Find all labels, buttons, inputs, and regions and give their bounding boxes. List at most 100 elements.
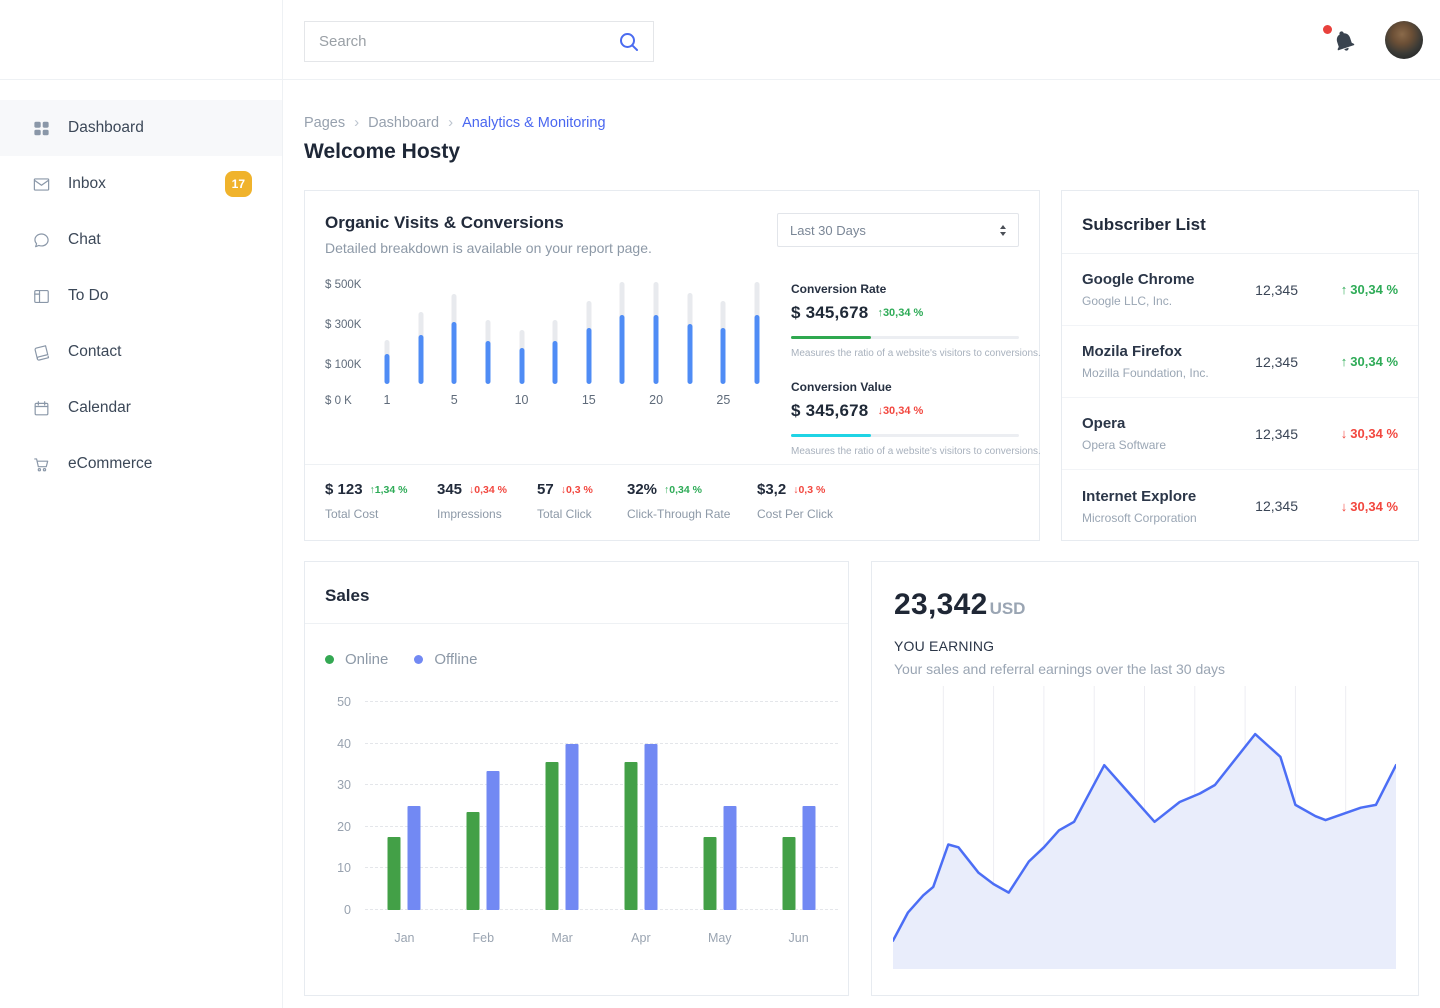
search-icon[interactable] [617,30,641,54]
envelope-icon [32,175,51,194]
trend-arrow-icon: ↑ [1341,282,1348,297]
user-avatar[interactable] [1385,21,1423,59]
subscriber-count: 12,345 [1255,498,1298,514]
address-book-icon [32,343,51,362]
subscriber-count: 12,345 [1255,354,1298,370]
legend-dot-online [325,655,334,664]
sidebar-item-inbox[interactable]: Inbox 17 [0,156,282,212]
sales-card: Sales Online Offline 01020304050 JanFebM… [304,561,849,996]
organic-chart: 1510152025 [375,280,775,457]
breadcrumb: Pages › Dashboard › Analytics & Monitori… [304,114,1419,131]
earnings-amount: 23,342 [894,588,988,622]
layout-icon [32,287,51,306]
subscriber-list-card: Subscriber List Google Chrome Google LLC… [1061,190,1419,541]
subscriber-count: 12,345 [1255,282,1298,298]
legend-label: Offline [434,651,477,668]
organic-plot [387,280,757,384]
subscriber-row-firefox[interactable]: Mozila Firefox Mozilla Foundation, Inc. … [1062,326,1418,398]
period-select[interactable]: Last 30 Days [777,213,1019,247]
sidebar-item-chat[interactable]: Chat [0,212,282,268]
conversion-rate-block: Conversion Rate $ 345,678 ↑30,34 % Measu… [791,282,1019,359]
metric-progress-track [791,434,1019,437]
sidebar-item-contact[interactable]: Contact [0,324,282,380]
sidebar-item-label: To Do [68,287,109,305]
organic-xlabels: 1510152025 [387,384,757,412]
metric-value: $ 345,678 [791,401,868,421]
kpi-impressions: 345↓0,34 % Impressions [437,481,537,540]
organic-visits-card: Organic Visits & Conversions Detailed br… [304,190,1040,541]
conversion-value-block: Conversion Value $ 345,678 ↓30,34 % Meas… [791,380,1019,457]
sidebar-item-label: Chat [68,231,101,249]
metric-progress-fill [791,434,871,437]
breadcrumb-dashboard[interactable]: Dashboard [368,115,439,131]
breadcrumb-current[interactable]: Analytics & Monitoring [462,115,605,131]
subscriber-trend: ↑30,34 % [1318,282,1398,297]
metric-caption: Measures the ratio of a website's visito… [791,348,1019,359]
subscriber-row-opera[interactable]: Opera Opera Software 12,345 ↓30,34 % [1062,398,1418,470]
search-box [304,21,654,62]
calendar-icon [32,399,51,418]
notification-dot [1323,25,1332,34]
sidebar-item-dashboard[interactable]: Dashboard [0,100,282,156]
earnings-chart-svg [893,686,1396,969]
earnings-currency: USD [990,599,1026,619]
period-select-value: Last 30 Days [790,223,866,238]
legend-dot-offline [414,655,423,664]
sidebar-item-ecommerce[interactable]: eCommerce [0,436,282,492]
dashboard-grid-icon [32,119,51,138]
metric-caption: Measures the ratio of a website's visito… [791,446,1019,457]
metric-delta: ↑30,34 % [877,307,923,319]
subscriber-row-chrome[interactable]: Google Chrome Google LLC, Inc. 12,345 ↑3… [1062,254,1418,326]
chevron-right-icon: › [448,114,453,131]
shopping-cart-icon [32,455,51,474]
metric-label: Conversion Rate [791,282,1019,296]
metric-value: $ 345,678 [791,303,868,323]
sales-xlabels: JanFebMarAprMayJun [365,922,838,952]
kpi-ctr: 32%↑0,34 % Click-Through Rate [627,481,757,540]
earnings-caption: Your sales and referral earnings over th… [894,661,1396,677]
sidebar-item-label: Inbox [68,175,106,193]
legend-label: Online [345,651,388,668]
sidebar-item-label: Contact [68,343,121,361]
notification-bell-icon[interactable] [1332,29,1356,55]
topbar [283,0,1440,80]
subscriber-trend: ↑30,34 % [1318,354,1398,369]
sales-ylabels: 01020304050 [325,702,351,910]
sales-plot [365,702,838,910]
select-updown-icon [1000,225,1006,236]
sidebar-item-label: eCommerce [68,455,152,473]
search-input[interactable] [305,33,617,50]
conversion-panel: Conversion Rate $ 345,678 ↑30,34 % Measu… [791,280,1019,457]
subscriber-row-ie[interactable]: Internet Explore Microsoft Corporation 1… [1062,470,1418,542]
metric-label: Conversion Value [791,380,1019,394]
earnings-heading: YOU EARNING [894,638,1396,654]
kpi-cpc: $3,2↓0,3 % Cost Per Click [757,481,1019,540]
sidebar-item-label: Calendar [68,399,131,417]
subscriber-trend: ↓30,34 % [1318,499,1398,514]
kpi-strip: $ 123↑1,34 % Total Cost 345↓0,34 % Impre… [305,464,1039,540]
card-title: Sales [305,562,848,624]
sales-legend: Online Offline [325,651,848,668]
chevron-right-icon: › [354,114,359,131]
trend-arrow-icon: ↑ [1341,354,1348,369]
breadcrumb-pages[interactable]: Pages [304,115,345,131]
trend-arrow-icon: ↓ [1341,499,1348,514]
main-content: Pages › Dashboard › Analytics & Monitori… [284,81,1440,1008]
trend-arrow-icon: ↓ [1341,426,1348,441]
page-title: Welcome Hosty [304,140,1419,164]
earnings-card: 23,342 USD YOU EARNING Your sales and re… [871,561,1419,996]
sidebar-item-label: Dashboard [68,119,144,137]
sidebar: Dashboard Inbox 17 Chat To Do Cont [0,0,283,1008]
card-title: Subscriber List [1062,191,1418,254]
card-title: Organic Visits & Conversions [325,213,652,233]
organic-ylabels: $ 500K$ 300K$ 100K$ 0 K [325,280,375,412]
metric-progress-track [791,336,1019,339]
sidebar-item-calendar[interactable]: Calendar [0,380,282,436]
sidebar-nav: Dashboard Inbox 17 Chat To Do Cont [0,80,282,492]
inbox-badge: 17 [225,171,252,197]
kpi-total-cost: $ 123↑1,34 % Total Cost [325,481,437,540]
sales-chart: 01020304050 JanFebMarAprMayJun [305,702,848,952]
metric-delta: ↓30,34 % [877,405,923,417]
logo-area [0,0,282,80]
sidebar-item-todo[interactable]: To Do [0,268,282,324]
